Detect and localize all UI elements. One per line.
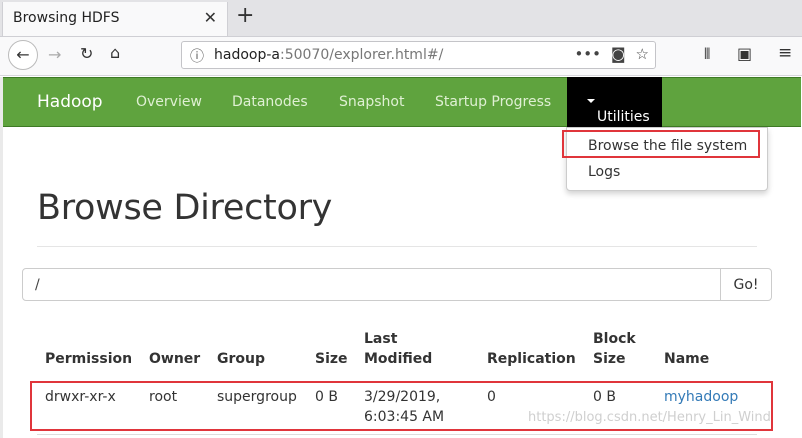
url-host: hadoop-a	[214, 47, 280, 63]
page-title: Browse Directory	[37, 188, 333, 228]
url-path: :50070/explorer.html#/	[280, 47, 444, 63]
new-tab-icon[interactable]: +	[236, 4, 254, 28]
table-bottom-border	[37, 434, 757, 435]
home-icon[interactable]: ⌂	[110, 43, 120, 62]
menu-icon[interactable]: ≡	[778, 43, 792, 63]
hadoop-navbar: Hadoop Overview Datanodes Snapshot Start…	[3, 77, 801, 127]
highlight-annotation	[562, 130, 760, 158]
tab-title: Browsing HDFS	[13, 10, 120, 26]
url-actions: ••• ◙ ☆	[564, 45, 649, 63]
col-header-last-modified-line2: Modified	[364, 351, 433, 367]
col-header-size[interactable]: Size	[315, 349, 348, 369]
browser-tab-bar: Browsing HDFS ✕ +	[0, 0, 802, 37]
nav-snapshot[interactable]: Snapshot	[339, 94, 404, 110]
col-header-permission[interactable]: Permission	[45, 349, 132, 369]
divider	[37, 246, 757, 247]
directory-path-input[interactable]	[22, 268, 721, 301]
nav-overview[interactable]: Overview	[136, 94, 202, 110]
library-icon[interactable]: ⫴	[704, 45, 710, 63]
back-arrow-icon[interactable]: ←	[8, 40, 38, 70]
nav-utilities[interactable]: Utilities	[567, 77, 662, 127]
nav-datanodes[interactable]: Datanodes	[232, 94, 308, 110]
bookmark-star-icon[interactable]: ☆	[636, 45, 649, 63]
col-header-name[interactable]: Name	[664, 349, 709, 369]
col-header-block-size[interactable]: Block Size	[593, 329, 636, 369]
close-icon[interactable]: ✕	[204, 8, 217, 27]
menu-item-logs[interactable]: Logs	[588, 164, 620, 180]
utilities-label: Utilities	[597, 109, 650, 125]
brand-link[interactable]: Hadoop	[37, 92, 103, 112]
col-header-owner[interactable]: Owner	[149, 349, 200, 369]
col-header-replication[interactable]: Replication	[487, 349, 576, 369]
caret-down-icon	[587, 99, 595, 103]
nav-startup-progress[interactable]: Startup Progress	[435, 94, 551, 110]
page-left-edge	[0, 77, 3, 438]
browser-tab[interactable]: Browsing HDFS ✕	[2, 2, 228, 36]
pocket-icon[interactable]: ◙	[611, 45, 626, 63]
reload-icon[interactable]: ↻	[80, 44, 93, 63]
info-icon[interactable]: ⓘ	[190, 46, 204, 66]
browser-toolbar: ← → ↻ ⌂ ⓘ hadoop-a:50070/explorer.html#/…	[0, 37, 802, 76]
col-header-block-size-line1: Block	[593, 331, 636, 347]
watermark: https://blog.csdn.net/Henry_Lin_Wind	[528, 410, 771, 425]
col-header-group[interactable]: Group	[217, 349, 265, 369]
sidebar-icon[interactable]: ▣	[737, 44, 752, 63]
url-bar[interactable]: ⓘ hadoop-a:50070/explorer.html#/ ••• ◙ ☆	[181, 41, 656, 69]
more-actions-icon[interactable]: •••	[574, 45, 601, 63]
col-header-last-modified[interactable]: Last Modified	[364, 329, 432, 369]
col-header-block-size-line2: Size	[593, 351, 626, 367]
url-text[interactable]: hadoop-a:50070/explorer.html#/	[214, 47, 443, 63]
go-button[interactable]: Go!	[720, 268, 772, 301]
forward-arrow-icon[interactable]: →	[48, 45, 61, 64]
col-header-last-modified-line1: Last	[364, 331, 398, 347]
